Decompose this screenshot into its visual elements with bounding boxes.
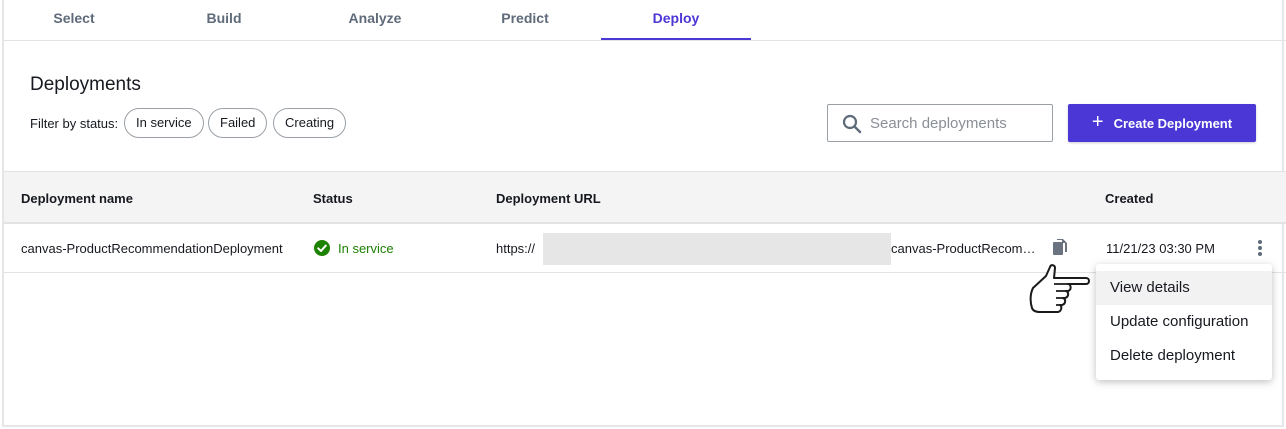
status-text: In service <box>338 240 394 256</box>
search-icon <box>842 114 862 134</box>
url-suffix: canvas-ProductRecom… <box>891 241 1036 256</box>
menu-item-update-configuration[interactable]: Update configuration <box>1096 305 1272 339</box>
page-title: Deployments <box>30 74 141 95</box>
table-header: Deployment name Status Deployment URL Cr… <box>4 171 1286 224</box>
redacted-url-segment <box>543 233 891 265</box>
column-header-created[interactable]: Created <box>1105 191 1153 206</box>
create-deployment-label: Create Deployment <box>1113 115 1233 131</box>
check-circle-icon <box>314 240 330 256</box>
tab-analyze[interactable]: Analyze <box>300 0 450 40</box>
step-tabs: Select Build Analyze Predict Deploy <box>4 0 1286 41</box>
filter-label: Filter by status: <box>30 116 119 131</box>
tab-predict[interactable]: Predict <box>450 0 600 40</box>
tab-build[interactable]: Build <box>149 0 299 40</box>
deployment-name[interactable]: canvas-ProductRecommendationDeployment <box>21 241 283 256</box>
copy-icon[interactable] <box>1052 238 1068 256</box>
column-header-url[interactable]: Deployment URL <box>496 191 601 206</box>
menu-item-view-details[interactable]: View details <box>1096 271 1272 305</box>
search-input[interactable] <box>870 105 1048 141</box>
column-header-name[interactable]: Deployment name <box>21 191 133 206</box>
tab-deploy[interactable]: Deploy <box>601 0 751 40</box>
pointing-hand-icon <box>1029 264 1090 313</box>
filter-failed[interactable]: Failed <box>208 108 268 138</box>
plus-icon: + <box>1091 111 1104 133</box>
filter-creating[interactable]: Creating <box>273 108 347 138</box>
tab-select[interactable]: Select <box>0 0 149 40</box>
search-box[interactable] <box>827 104 1053 142</box>
status-badge: In service <box>314 240 394 256</box>
column-header-status[interactable]: Status <box>313 191 353 206</box>
filter-in-service[interactable]: In service <box>124 108 204 138</box>
created-date: 11/21/23 03:30 PM <box>1106 241 1215 256</box>
menu-item-delete-deployment[interactable]: Delete deployment <box>1096 339 1272 373</box>
row-action-menu: View details Update configuration Delete… <box>1096 264 1272 380</box>
url-prefix: https:// <box>496 241 536 256</box>
app-frame: Select Build Analyze Predict Deploy Depl… <box>2 0 1286 427</box>
more-vertical-icon[interactable] <box>1254 238 1266 258</box>
create-deployment-button[interactable]: + Create Deployment <box>1068 104 1256 142</box>
